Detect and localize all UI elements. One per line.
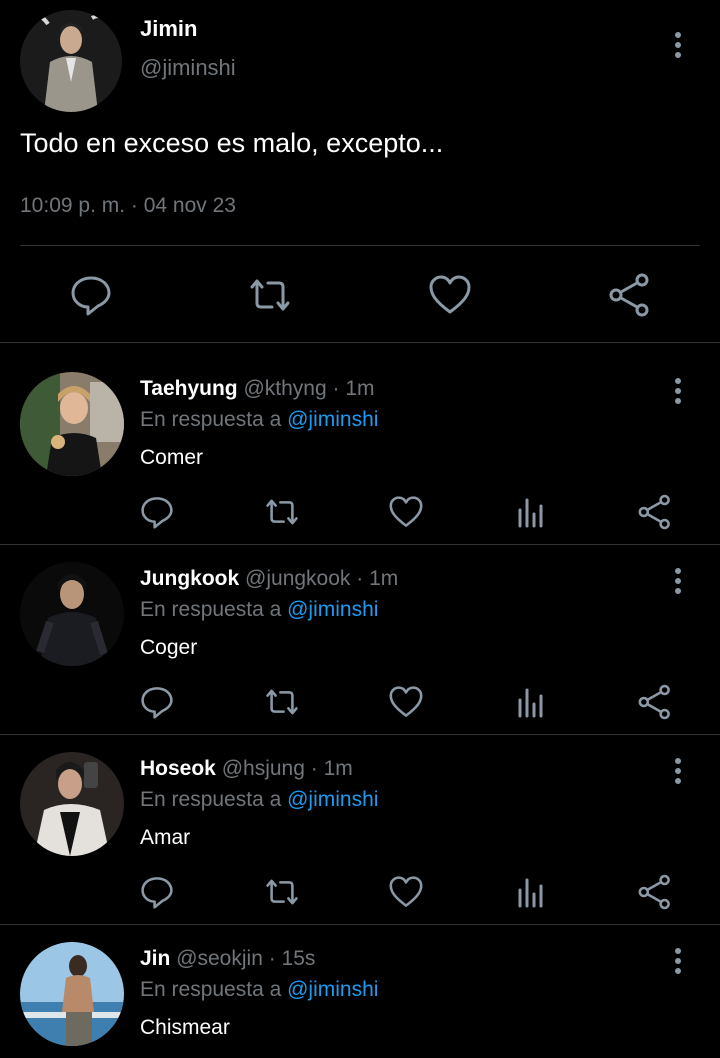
reply-header: Hoseok @hsjung · 1m [140, 757, 353, 781]
reply-time: · 1m [310, 757, 353, 780]
reply-header: Jin @seokjin · 15s [140, 947, 315, 971]
reply-time: · 1m [332, 377, 375, 400]
tweet-text: Todo en exceso es malo, excepto... [20, 128, 444, 158]
avatar[interactable] [20, 562, 124, 666]
reply-text: Amar [140, 826, 191, 849]
main-tweet: Jimin @jiminshi Todo en exceso es malo, … [0, 0, 720, 343]
reply-time: · 15s [268, 947, 316, 970]
more-icon[interactable] [674, 948, 682, 974]
like-icon[interactable] [386, 682, 426, 722]
author-handle[interactable]: @kthyng [243, 377, 326, 400]
reply-text: Coger [140, 636, 198, 659]
in-reply-label: En respuesta a [140, 408, 282, 431]
in-reply-handle[interactable]: @jiminshi [287, 598, 378, 621]
like-icon[interactable] [386, 492, 426, 532]
reply-header: Taehyung @kthyng · 1m [140, 377, 375, 401]
avatar[interactable] [20, 942, 124, 1046]
retweet-icon[interactable] [245, 270, 295, 320]
reply-icon[interactable] [137, 492, 177, 532]
author-handle[interactable]: @jiminshi [140, 55, 236, 81]
views-icon[interactable] [511, 872, 551, 912]
reply-time: · 1m [356, 567, 399, 590]
reply-icon[interactable] [137, 682, 177, 722]
author-name[interactable]: Taehyung [140, 377, 238, 400]
reply-tweet[interactable]: Taehyung @kthyng · 1m En respuesta a @ji… [0, 372, 720, 544]
author-handle[interactable]: @jungkook [245, 567, 350, 590]
like-icon[interactable] [386, 872, 426, 912]
divider [0, 342, 720, 343]
author-name[interactable]: Jimin [140, 16, 197, 42]
author-name[interactable]: Jungkook [140, 567, 239, 590]
avatar[interactable] [20, 372, 124, 476]
like-icon[interactable] [425, 270, 475, 320]
views-icon[interactable] [511, 682, 551, 722]
author-handle[interactable]: @seokjin [176, 947, 263, 970]
author-handle[interactable]: @hsjung [222, 757, 305, 780]
in-reply-to: En respuesta a @jiminshi [140, 978, 378, 1002]
avatar[interactable] [20, 752, 124, 856]
more-icon[interactable] [674, 758, 682, 784]
in-reply-label: En respuesta a [140, 978, 282, 1001]
retweet-icon[interactable] [262, 492, 302, 532]
share-icon[interactable] [635, 872, 675, 912]
in-reply-handle[interactable]: @jiminshi [287, 408, 378, 431]
in-reply-handle[interactable]: @jiminshi [287, 788, 378, 811]
action-bar [0, 270, 720, 320]
divider [0, 924, 720, 925]
action-bar [0, 492, 720, 532]
in-reply-to: En respuesta a @jiminshi [140, 788, 378, 812]
action-bar [0, 682, 720, 722]
action-bar [0, 872, 720, 912]
retweet-icon[interactable] [262, 682, 302, 722]
reply-tweet[interactable]: Jungkook @jungkook · 1m En respuesta a @… [0, 562, 720, 734]
divider [20, 245, 700, 246]
in-reply-to: En respuesta a @jiminshi [140, 408, 378, 432]
tweet-timestamp: 10:09 p. m. · 04 nov 23 [20, 194, 236, 217]
in-reply-label: En respuesta a [140, 598, 282, 621]
reply-text: Comer [140, 446, 204, 469]
more-icon[interactable] [674, 378, 682, 404]
in-reply-to: En respuesta a @jiminshi [140, 598, 378, 622]
reply-icon[interactable] [66, 270, 116, 320]
author-name[interactable]: Hoseok [140, 757, 216, 780]
share-icon[interactable] [635, 682, 675, 722]
divider [0, 544, 720, 545]
in-reply-label: En respuesta a [140, 788, 282, 811]
avatar[interactable] [20, 10, 122, 112]
reply-text: Chismear [140, 1016, 230, 1039]
more-icon[interactable] [674, 32, 682, 58]
share-icon[interactable] [605, 270, 655, 320]
divider [0, 734, 720, 735]
views-icon[interactable] [511, 492, 551, 532]
reply-header: Jungkook @jungkook · 1m [140, 567, 398, 591]
author-name[interactable]: Jin [140, 947, 170, 970]
retweet-icon[interactable] [262, 872, 302, 912]
reply-icon[interactable] [137, 872, 177, 912]
reply-tweet[interactable]: Hoseok @hsjung · 1m En respuesta a @jimi… [0, 752, 720, 924]
more-icon[interactable] [674, 568, 682, 594]
reply-tweet[interactable]: Jin @seokjin · 15s En respuesta a @jimin… [0, 942, 720, 1058]
share-icon[interactable] [635, 492, 675, 532]
in-reply-handle[interactable]: @jiminshi [287, 978, 378, 1001]
